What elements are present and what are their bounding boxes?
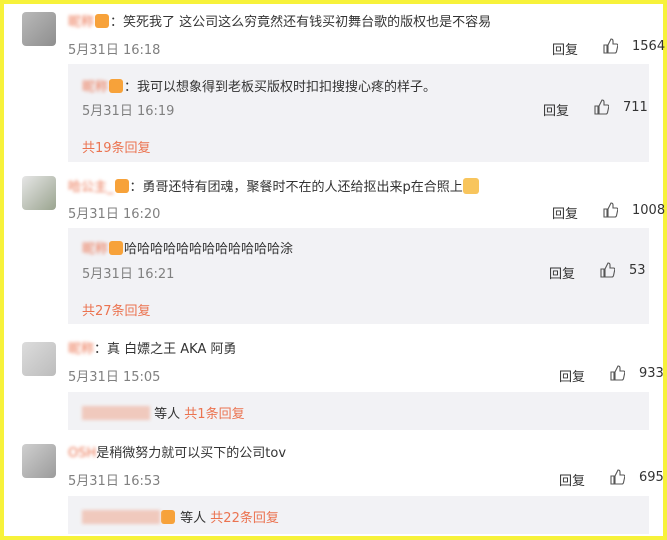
thumbs-up-emoji-icon xyxy=(462,178,479,194)
more-replies-row: 等人 共22条回复 xyxy=(82,507,279,526)
comment-time: 5月31日 15:05 xyxy=(68,370,161,385)
sub-comment-box: 等人 共22条回复 xyxy=(68,496,649,534)
sub-comment-box: 昵称 哈哈哈哈哈哈哈哈哈哈哈哈涂 5月31日 16:21 回复 53 共27条回复 xyxy=(68,228,649,324)
like-button[interactable]: 1008 xyxy=(602,202,665,218)
like-count: 53 xyxy=(629,262,646,278)
comment-time: 5月31日 16:53 xyxy=(68,474,161,489)
commenter-name[interactable]: 昵称 xyxy=(82,80,108,95)
sub-comment-time: 5月31日 16:19 xyxy=(82,104,175,119)
vip-badge-icon xyxy=(109,241,124,255)
avatar[interactable] xyxy=(22,342,56,376)
comment-text: OSH是稍微努力就可以买下的公司tov xyxy=(68,446,287,461)
comment-panel: 昵称 ：笑死我了 这公司这么穷竟然还有钱买初舞台歌的版权也是不容易 5月31日 1… xyxy=(0,0,667,540)
sub-comment-time: 5月31日 16:21 xyxy=(82,267,175,282)
reply-button[interactable]: 回复 xyxy=(559,366,585,385)
like-button[interactable]: 933 xyxy=(609,365,664,381)
thumbs-up-icon xyxy=(610,365,625,381)
thumbs-up-icon xyxy=(594,99,609,115)
comment-time: 5月31日 16:18 xyxy=(68,43,161,58)
like-button[interactable]: 711 xyxy=(593,99,648,115)
more-replies-link[interactable]: 共22条回复 xyxy=(210,511,279,526)
replier-names[interactable] xyxy=(82,510,160,524)
sub-comment-box: 等人 共1条回复 xyxy=(68,392,649,430)
reply-button[interactable]: 回复 xyxy=(549,263,575,282)
sub-comment-box: 昵称 ：我可以想象得到老板买版权时扣扣搜搜心疼的样子。 5月31日 16:19 回… xyxy=(68,64,649,162)
replier-names[interactable] xyxy=(82,406,150,420)
thumbs-up-icon xyxy=(610,469,625,485)
comment-text: 昵称：真 白嫖之王 AKA 阿勇 xyxy=(68,342,237,357)
like-count: 1008 xyxy=(632,202,666,218)
like-count: 933 xyxy=(639,365,664,381)
commenter-name[interactable]: OSH xyxy=(68,446,96,461)
comment-text: 昵称 ：笑死我了 这公司这么穷竟然还有钱买初舞台歌的版权也是不容易 xyxy=(68,14,492,30)
like-button[interactable]: 695 xyxy=(609,469,664,485)
avatar[interactable] xyxy=(22,12,56,46)
vip-badge-icon xyxy=(161,510,175,524)
reply-button[interactable]: 回复 xyxy=(552,203,578,222)
more-replies-link[interactable]: 共1条回复 xyxy=(184,407,244,422)
reply-button[interactable]: 回复 xyxy=(552,39,578,58)
thumbs-up-icon xyxy=(600,262,615,278)
vip-badge-icon xyxy=(114,179,129,193)
commenter-name[interactable]: 昵称 xyxy=(68,342,94,357)
avatar[interactable] xyxy=(22,176,56,210)
comment-time: 5月31日 16:20 xyxy=(68,207,161,222)
like-button[interactable]: 53 xyxy=(599,262,646,278)
vip-badge-icon xyxy=(95,14,110,28)
more-replies-link[interactable]: 共27条回复 xyxy=(82,300,151,319)
sub-comment-text: 昵称 ：我可以想象得到老板买版权时扣扣搜搜心疼的样子。 xyxy=(82,79,437,95)
commenter-name[interactable]: 昵称 xyxy=(68,15,94,30)
like-button[interactable]: 1564 xyxy=(602,38,665,54)
commenter-name[interactable]: 昵称 xyxy=(82,242,108,257)
comment-text: 哈公主_ ：勇哥还特有团魂，聚餐时不在的人还给抠出来p在合照上 xyxy=(68,178,479,197)
commenter-name[interactable]: 哈公主_ xyxy=(68,180,114,195)
reply-button[interactable]: 回复 xyxy=(559,470,585,489)
thumbs-up-icon xyxy=(603,38,618,54)
more-replies-row: 等人 共1条回复 xyxy=(82,403,245,422)
like-count: 1564 xyxy=(632,38,666,54)
like-count: 711 xyxy=(623,99,648,115)
sub-comment-text: 昵称 哈哈哈哈哈哈哈哈哈哈哈哈涂 xyxy=(82,241,294,257)
more-replies-link[interactable]: 共19条回复 xyxy=(82,137,151,156)
like-count: 695 xyxy=(639,469,664,485)
reply-button[interactable]: 回复 xyxy=(543,100,569,119)
thumbs-up-icon xyxy=(603,202,618,218)
vip-badge-icon xyxy=(109,79,124,93)
avatar[interactable] xyxy=(22,444,56,478)
